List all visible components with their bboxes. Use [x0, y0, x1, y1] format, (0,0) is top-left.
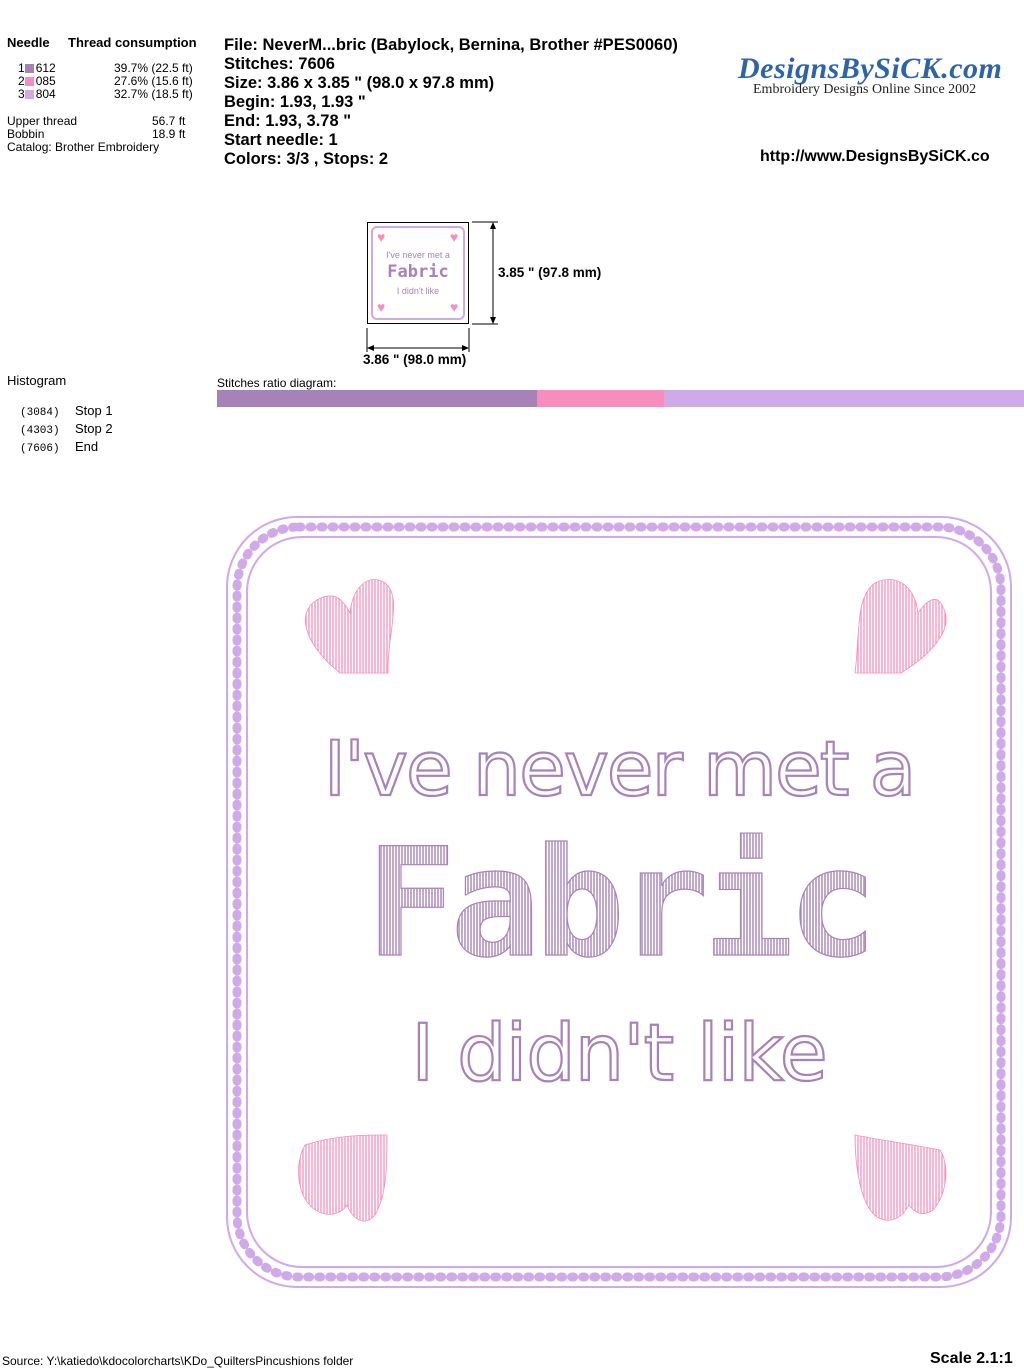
logo-name: DesignsBySiCK.com	[738, 52, 1003, 85]
thread-consumption-header: Thread consumption	[68, 35, 197, 50]
stop-label: End	[75, 439, 99, 454]
color-swatch	[24, 64, 34, 74]
histogram-row: (7606) End	[20, 439, 113, 457]
stop-label: Stop 1	[75, 403, 113, 418]
brand-logo: DesignsBySiCK.com Embroidery Designs Onl…	[738, 52, 1024, 98]
thread-row: 3 804 32.7% (18.5 ft)	[18, 88, 200, 101]
heart-icon	[854, 579, 947, 674]
stitch-count: Stitches: 7606	[224, 55, 335, 73]
needle-header: Needle	[7, 35, 50, 50]
histogram-row: (3084) Stop 1	[20, 403, 113, 421]
thread-code: 085	[35, 74, 56, 88]
width-dimension-label: 3.86 " (98.0 mm)	[363, 352, 467, 367]
design-line-2: Fabric	[366, 817, 872, 991]
begin-coords: Begin: 1.93, 1.93 "	[224, 93, 366, 111]
heart-icon	[304, 579, 395, 674]
source-path: Source: Y:\katiedo\kdocolorcharts\KDo_Qu…	[2, 1354, 354, 1368]
histogram-row: (4303) Stop 2	[20, 421, 113, 439]
end-coords: End: 1.93, 3.78 "	[224, 112, 352, 130]
design-preview: I've never met a Fabric I didn't like	[226, 516, 1012, 1288]
needle-number: 1	[18, 61, 25, 75]
stop-count: (4303)	[20, 425, 60, 437]
stitches-ratio-bar	[217, 390, 1024, 407]
ratio-segment	[217, 390, 538, 407]
start-needle: Start needle: 1	[224, 131, 338, 149]
upper-thread-label: Upper thread	[7, 114, 78, 128]
design-line-3: I didn't like	[411, 1009, 826, 1099]
design-info: File: NeverM...bric (Babylock, Bernina, …	[224, 36, 764, 169]
height-dimension-label: 3.85 " (97.8 mm)	[498, 265, 602, 280]
thread-percentage: 32.7% (18.5 ft)	[114, 87, 193, 101]
stop-count: (7606)	[20, 443, 60, 455]
histogram-title: Histogram	[7, 373, 67, 388]
thread-rows: 1 612 39.7% (22.5 ft) 2 085 27.6% (15.6 ft…	[18, 62, 200, 101]
stop-label: Stop 2	[75, 421, 113, 436]
file-name: File: NeverM...bric (Babylock, Bernina, …	[224, 36, 678, 54]
ratio-segment	[664, 390, 1024, 407]
dimension-arrows	[366, 221, 498, 352]
design-size: Size: 3.86 x 3.85 " (98.0 x 97.8 mm)	[224, 74, 495, 92]
design-line-1: I've never met a	[324, 724, 915, 813]
color-swatch	[24, 90, 34, 100]
color-swatch	[24, 77, 34, 87]
heart-icon	[298, 1134, 388, 1222]
thread-totals: Upper thread 56.7 ft Bobbin 18.9 ft Cata…	[7, 115, 197, 154]
bobbin-label: Bobbin	[7, 127, 45, 141]
ratio-label: Stitches ratio diagram:	[217, 376, 337, 390]
bobbin-value: 18.9 ft	[152, 127, 186, 141]
catalog-label: Catalog: Brother Embroidery	[7, 140, 160, 154]
website-link[interactable]: http://www.DesignsBySiCK.co	[760, 148, 990, 166]
bobbin-row: Bobbin 18.9 ft	[7, 128, 197, 141]
thread-code: 612	[35, 61, 56, 75]
heart-icon	[854, 1134, 947, 1221]
scale-label: Scale 2.1:1	[930, 1350, 1013, 1367]
colors-stops: Colors: 3/3 , Stops: 2	[224, 150, 389, 168]
ratio-segment	[537, 390, 665, 407]
needle-number: 2	[18, 74, 25, 88]
needle-number: 3	[18, 87, 25, 101]
histogram-stops: (3084) Stop 1 (4303) Stop 2 (7606) End	[20, 403, 113, 457]
stop-count: (3084)	[20, 407, 60, 419]
thread-code: 804	[35, 87, 56, 101]
